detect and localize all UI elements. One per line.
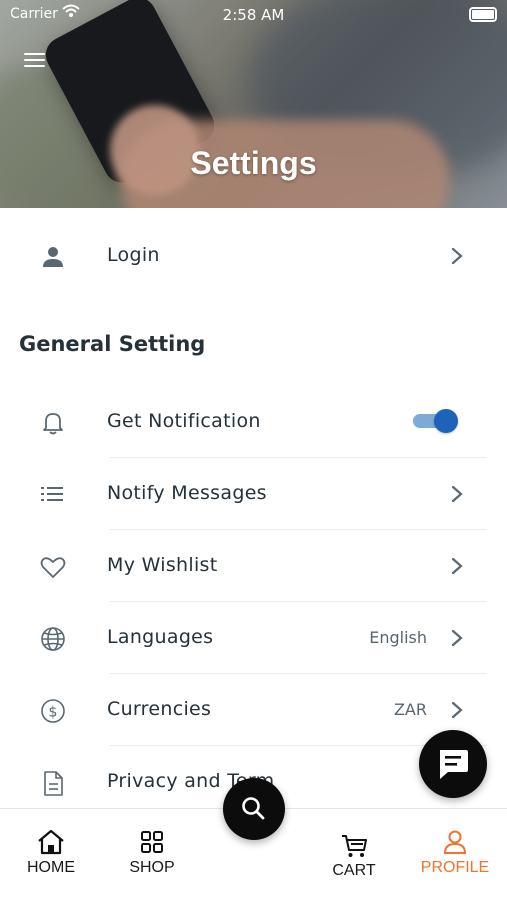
chat-button[interactable] bbox=[419, 730, 487, 798]
dollar-circle-icon: $ bbox=[38, 696, 68, 726]
setting-row-languages[interactable]: Languages English bbox=[0, 602, 507, 672]
header-banner: Carrier 2:58 AM Settings bbox=[0, 0, 507, 208]
chevron-right-icon bbox=[450, 484, 464, 504]
currencies-label: Currencies bbox=[107, 698, 212, 720]
nav-cart-label: CART bbox=[332, 862, 376, 879]
nav-profile-label: PROFILE bbox=[420, 859, 490, 876]
chevron-right-icon bbox=[450, 556, 464, 576]
section-title-general: General Setting bbox=[19, 332, 206, 356]
wishlist-label: My Wishlist bbox=[107, 554, 218, 576]
chevron-right-icon bbox=[450, 700, 464, 720]
notify-messages-label: Notify Messages bbox=[107, 482, 267, 504]
profile-icon bbox=[440, 827, 470, 857]
search-icon bbox=[242, 797, 265, 820]
search-button[interactable] bbox=[223, 778, 285, 840]
notification-toggle[interactable] bbox=[413, 409, 458, 433]
notification-label: Get Notification bbox=[107, 410, 261, 432]
nav-shop-label: SHOP bbox=[129, 859, 175, 876]
chevron-right-icon bbox=[450, 628, 464, 648]
hamburger-menu-icon[interactable] bbox=[24, 53, 45, 67]
nav-cart[interactable]: CART bbox=[304, 809, 404, 901]
chevron-right-icon bbox=[450, 246, 464, 266]
setting-row-wishlist[interactable]: My Wishlist bbox=[0, 530, 507, 600]
home-icon bbox=[36, 827, 66, 857]
svg-text:$: $ bbox=[49, 705, 58, 721]
cart-icon bbox=[339, 831, 369, 861]
login-label: Login bbox=[107, 244, 160, 266]
nav-home-label: HOME bbox=[27, 859, 75, 876]
user-icon bbox=[38, 242, 68, 272]
clock: 2:58 AM bbox=[222, 6, 285, 24]
list-icon bbox=[38, 480, 68, 510]
document-icon bbox=[38, 768, 68, 798]
grid-icon bbox=[137, 827, 167, 857]
nav-profile[interactable]: PROFILE bbox=[405, 809, 505, 901]
languages-label: Languages bbox=[107, 626, 214, 648]
status-bar: Carrier 2:58 AM bbox=[0, 0, 507, 30]
heart-icon bbox=[38, 552, 68, 582]
nav-shop[interactable]: SHOP bbox=[102, 809, 202, 901]
battery-icon bbox=[469, 7, 497, 22]
languages-value: English bbox=[369, 628, 427, 647]
bell-icon bbox=[38, 408, 68, 438]
chat-icon bbox=[440, 750, 468, 779]
currencies-value: ZAR bbox=[393, 700, 427, 719]
globe-icon bbox=[38, 624, 68, 654]
login-row[interactable]: Login bbox=[0, 220, 507, 290]
page-title: Settings bbox=[190, 145, 317, 181]
setting-row-notify-messages[interactable]: Notify Messages bbox=[0, 458, 507, 528]
nav-home[interactable]: HOME bbox=[1, 809, 101, 901]
